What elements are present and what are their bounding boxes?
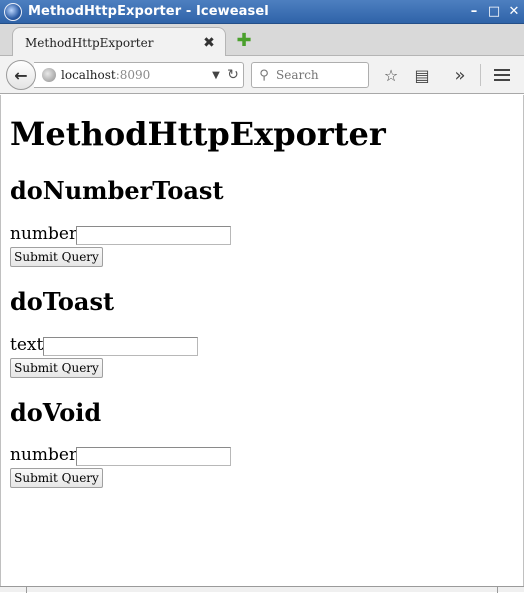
- minimize-icon[interactable]: –: [464, 2, 484, 22]
- field-label-number: number: [10, 445, 78, 465]
- submit-query-button[interactable]: Submit Query: [10, 358, 103, 378]
- field-label-number: number: [10, 224, 78, 244]
- text-input[interactable]: [43, 337, 198, 356]
- page-content: MethodHttpExporter doNumberToast number …: [0, 95, 524, 586]
- url-text[interactable]: localhost:8090: [61, 68, 209, 82]
- tab-label: MethodHttpExporter: [25, 35, 154, 50]
- overflow-chevron-icon[interactable]: »: [449, 64, 471, 86]
- status-divider: [26, 587, 27, 593]
- search-icon: ⚲: [259, 67, 269, 83]
- number-input[interactable]: [76, 226, 231, 245]
- submit-query-button[interactable]: Submit Query: [10, 468, 103, 488]
- maximize-icon[interactable]: □: [484, 2, 504, 22]
- url-port: :8090: [115, 68, 151, 82]
- page-title: MethodHttpExporter: [10, 115, 386, 153]
- url-history-dropdown-icon[interactable]: ▼: [209, 70, 223, 81]
- menu-hamburger-icon[interactable]: [491, 64, 513, 86]
- section-heading-do-toast: doToast: [10, 287, 115, 316]
- search-input[interactable]: [274, 68, 364, 82]
- search-bar[interactable]: ⚲: [251, 62, 369, 88]
- section-heading-do-number-toast: doNumberToast: [10, 176, 224, 205]
- section-heading-do-void: doVoid: [10, 398, 102, 427]
- status-bar: [0, 586, 524, 593]
- iceweasel-logo-icon: [4, 2, 22, 21]
- close-icon[interactable]: ✕: [504, 2, 524, 22]
- url-bar[interactable]: localhost:8090 ▼ ↻: [34, 62, 244, 88]
- window-titlebar: MethodHttpExporter - Iceweasel – □ ✕: [0, 0, 524, 24]
- tab-close-icon[interactable]: ✖: [201, 35, 217, 51]
- url-host: localhost: [61, 68, 116, 82]
- bookmark-star-icon[interactable]: ☆: [380, 64, 402, 86]
- back-button[interactable]: ←: [6, 60, 36, 90]
- reload-icon[interactable]: ↻: [223, 67, 243, 83]
- new-tab-plus-icon[interactable]: ✚: [234, 30, 254, 51]
- field-label-text: text: [10, 335, 44, 355]
- reading-list-icon[interactable]: ▤: [411, 64, 433, 86]
- submit-query-button[interactable]: Submit Query: [10, 247, 103, 267]
- status-divider: [497, 587, 498, 593]
- window-title: MethodHttpExporter - Iceweasel: [28, 4, 269, 19]
- tab-method-http-exporter[interactable]: MethodHttpExporter ✖: [12, 27, 226, 57]
- toolbar-separator: [480, 64, 481, 86]
- globe-icon: [42, 68, 56, 82]
- navigation-toolbar: localhost:8090 ▼ ↻ ← ⚲ ☆ ▤ »: [0, 56, 524, 94]
- number-input[interactable]: [76, 447, 231, 466]
- tab-strip: MethodHttpExporter ✖ ✚: [0, 24, 524, 57]
